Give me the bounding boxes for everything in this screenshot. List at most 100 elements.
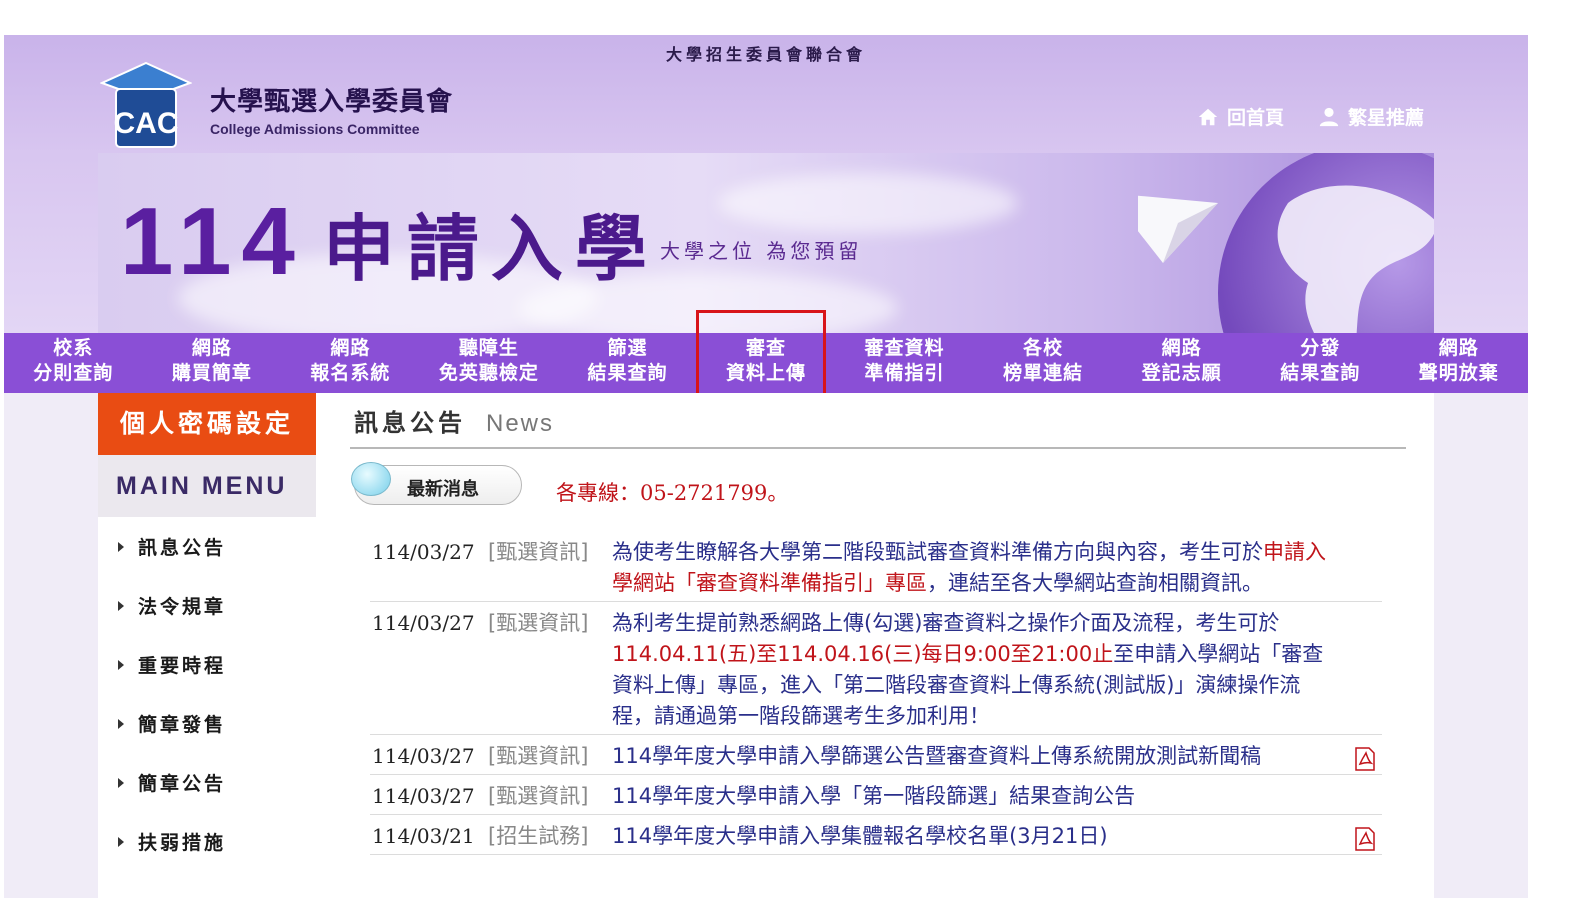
nav-item-line2: 報名系統 [310, 362, 391, 384]
nav-item-line1: 各校 [1023, 337, 1064, 359]
content: 訊息公告 News 最新消息 各專線：05-2721799。 114/03/27… [316, 393, 1434, 898]
news-text-segment: 為利考生提前熟悉網路上傳(勾選)審查資料之操作介面及流程，考生可於 [612, 611, 1280, 635]
banner-title: 114 申請入學 [120, 187, 659, 297]
nav-item[interactable]: 網路 報名系統 [281, 333, 420, 393]
nav-item[interactable]: 聽障生 免英聽檢定 [420, 333, 559, 393]
section-title-cn: 訊息公告 [354, 409, 466, 437]
news-link[interactable]: 114學年度大學申請入學「第一階段篩選」結果查詢公告 [612, 781, 1382, 812]
nav-item[interactable]: 網路 購買簡章 [143, 333, 282, 393]
top-strip: 大學招生委員會聯合會 [665, 45, 866, 64]
star-recommend-label: 繁星推薦 [1347, 107, 1424, 129]
nav-item-line2: 登記志願 [1141, 362, 1222, 384]
news-row: 114/03/27 [甄選資訊] 為使考生瞭解各大學第二階段甄試審查資料準備方向與內… [370, 531, 1382, 602]
nav-item-line1: 網路 [191, 337, 232, 359]
news-text-segment: 為使考生瞭解各大學第二階段甄試審查資料準備方向與內容，考生可於 [612, 540, 1263, 564]
menu-item[interactable]: 訊息公告 [98, 517, 316, 576]
nav-item-line2: 準備指引 [864, 362, 945, 384]
menu-item-label: 訊息公告 [138, 537, 227, 559]
triangle-right-icon [118, 718, 124, 729]
speech-bubble-icon [351, 462, 391, 496]
nav-item[interactable]: 審查資料 準備指引 [835, 333, 974, 393]
news-date: 114/03/27 [372, 744, 475, 768]
news-date: 114/03/27 [372, 611, 475, 635]
main-menu-heading: MAIN MENU [98, 455, 316, 517]
pdf-icon[interactable] [1354, 827, 1376, 851]
news-link[interactable]: 為利考生提前熟悉網路上傳(勾選)審查資料之操作介面及流程，考生可於 114.04.… [612, 608, 1382, 732]
news-list: 114/03/27 [甄選資訊] 為使考生瞭解各大學第二階段甄試審查資料準備方向與內… [370, 531, 1382, 855]
news-date: 114/03/27 [372, 540, 475, 564]
logo-text: CAC [114, 107, 179, 140]
menu-item[interactable]: 法令規章 [98, 576, 316, 635]
triangle-right-icon [118, 541, 124, 552]
nav-item[interactable]: 審查 資料上傳 [697, 333, 836, 393]
news-text-segment: 114學年度大學申請入學集體報名學校名單(3月21日) [612, 824, 1108, 848]
news-category: [甄選資訊] [488, 540, 589, 564]
star-recommend-link[interactable]: 繁星推薦 [1318, 103, 1424, 130]
section-title-en: News [486, 410, 555, 437]
top-links: 回首頁 繁星推薦 [1197, 103, 1424, 130]
nav-item-line2: 聲明放棄 [1418, 362, 1499, 384]
news-category: [甄選資訊] [488, 744, 589, 768]
news-link[interactable]: 為使考生瞭解各大學第二階段甄試審查資料準備方向與內容，考生可於申請入學網站「審查… [612, 537, 1382, 599]
nav-item-line2: 免英聽檢定 [438, 362, 539, 384]
nav-item-line2: 分則查詢 [33, 362, 114, 384]
news-link[interactable]: 114學年度大學申請入學集體報名學校名單(3月21日) [612, 821, 1382, 852]
nav-item[interactable]: 網路 聲明放棄 [1389, 333, 1528, 393]
latest-news-label: 最新消息 [407, 479, 479, 500]
menu-item[interactable]: 扶弱措施 [98, 812, 316, 871]
news-link[interactable]: 114學年度大學申請入學篩選公告暨審查資料上傳系統開放測試新聞稿 [612, 741, 1382, 772]
nav-item-line2: 結果查詢 [587, 362, 668, 384]
news-date: 114/03/27 [372, 784, 475, 808]
menu-item-label: 重要時程 [138, 655, 227, 677]
news-highlight-text: 114.04.11(五)至114.04.16(三)每日9:00至21:00止 [612, 642, 1114, 666]
nav-item-line1: 篩選 [607, 337, 648, 359]
triangle-right-icon [118, 777, 124, 788]
banner-slogan: 大學之位 為您預留 [660, 239, 863, 263]
menu-item[interactable]: 簡章公告 [98, 753, 316, 812]
nav-item-line1: 網路 [1161, 337, 1202, 359]
news-date: 114/03/21 [372, 824, 475, 848]
banner-year: 114 [120, 188, 305, 295]
nav-item[interactable]: 分發 結果查詢 [1251, 333, 1390, 393]
nav-item-line1: 聽障生 [458, 337, 519, 359]
menu-item[interactable]: 重要時程 [98, 635, 316, 694]
news-category: [甄選資訊] [488, 611, 589, 635]
news-category: [招生試務] [488, 824, 589, 848]
news-row: 114/03/27 [甄選資訊] 114學年度大學申請入學篩選公告暨審查資料上傳系統… [370, 735, 1382, 775]
nav-item[interactable]: 網路 登記志願 [1112, 333, 1251, 393]
menu-item-label: 法令規章 [138, 596, 227, 618]
home-icon [1198, 108, 1218, 125]
pdf-icon[interactable] [1354, 747, 1376, 771]
news-text-segment: ，連結至各大學網站查詢相關資訊。 [927, 571, 1263, 595]
news-row: 114/03/27 [甄選資訊] 為利考生提前熟悉網路上傳(勾選)審查資料之操作介面… [370, 602, 1382, 735]
banner: 114 申請入學 大學之位 為您預留 [98, 153, 1434, 333]
triangle-right-icon [118, 659, 124, 670]
nav-item[interactable]: 篩選 結果查詢 [558, 333, 697, 393]
password-setting-button[interactable]: 個人密碼設定 [98, 393, 316, 455]
home-link-label: 回首頁 [1226, 107, 1284, 129]
nav-item-line1: 校系 [53, 337, 94, 359]
hotline-text: 各專線：05-2721799。 [556, 481, 789, 505]
menu-item-label: 扶弱措施 [138, 832, 227, 854]
news-text-segment: 114學年度大學申請入學篩選公告暨審查資料上傳系統開放測試新聞稿 [612, 744, 1262, 768]
org-name-cn: 大學甄選入學委員會 [210, 87, 454, 117]
menu-item-label: 簡章發售 [138, 714, 227, 736]
menu-item[interactable]: 簡章發售 [98, 694, 316, 753]
nav-item-line2: 購買簡章 [171, 362, 252, 384]
nav-item[interactable]: 各校 榜單連結 [974, 333, 1113, 393]
user-icon [1319, 107, 1339, 126]
cac-logo-icon[interactable]: CAC [100, 59, 192, 151]
nav-item-line1: 分發 [1300, 337, 1341, 359]
paper-plane-white-icon [1138, 195, 1218, 263]
org-name-en: College Admissions Committee [210, 121, 420, 137]
triangle-right-icon [118, 836, 124, 847]
globe-image [1138, 153, 1434, 333]
nav-item-line2: 資料上傳 [726, 362, 807, 384]
latest-news-button[interactable]: 最新消息 [351, 462, 522, 505]
news-category: [甄選資訊] [488, 784, 589, 808]
nav-item[interactable]: 校系 分則查詢 [4, 333, 143, 393]
news-row: 114/03/21 [招生試務] 114學年度大學申請入學集體報名學校名單(3月21… [370, 815, 1382, 855]
nav-item-line1: 審查資料 [864, 337, 945, 359]
home-link[interactable]: 回首頁 [1197, 103, 1284, 130]
header: 大學招生委員會聯合會 CAC 大學甄選入學委員會 College Admissi… [4, 35, 1528, 333]
